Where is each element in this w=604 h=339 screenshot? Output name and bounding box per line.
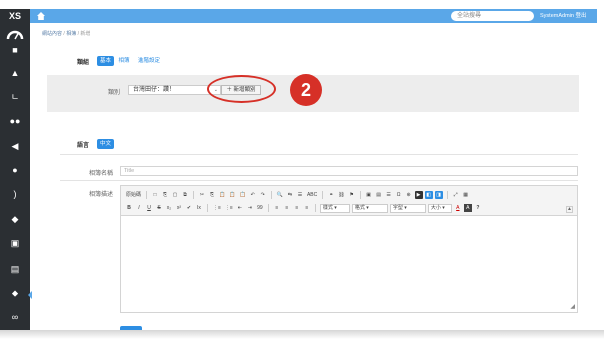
spellcheck-icon[interactable]: ABC	[306, 191, 318, 199]
show-blocks-icon[interactable]: ▦	[462, 191, 470, 199]
bottom-shadow	[0, 330, 604, 339]
text-color-button[interactable]: A	[454, 204, 462, 212]
paste-icon[interactable]: 📋	[218, 191, 226, 199]
sidebar: ■ ▲ ㄴ ●● ◀ ● ) ◆ ▣ ▤ ⬥ ∞	[0, 23, 32, 330]
section-divider	[60, 154, 578, 155]
outdent-icon[interactable]: ⇤	[236, 204, 244, 212]
link-insert-icon[interactable]: ⚭	[327, 191, 335, 199]
rss-icon[interactable]: )	[9, 188, 21, 200]
align-right-icon[interactable]: ≡	[293, 204, 301, 212]
sitemap-icon[interactable]: ㄴ	[9, 91, 21, 103]
tab-chinese[interactable]: 中文	[97, 139, 114, 149]
superscript-button[interactable]: x²	[175, 204, 183, 212]
align-left-icon[interactable]: ≡	[273, 204, 281, 212]
maximize-icon[interactable]: ⤢	[452, 191, 460, 199]
help-icon[interactable]: ?	[474, 204, 482, 212]
size-dropdown[interactable]: 大小 ▾	[427, 203, 452, 213]
subscript-button[interactable]: x₂	[165, 204, 173, 212]
underline-button[interactable]: U	[145, 204, 153, 212]
album-desc-label: 相簿描述	[89, 192, 114, 198]
site-search-input[interactable]: 全站搜尋	[451, 11, 534, 21]
category-section-label: 類組	[77, 60, 90, 66]
language-section-label: 語言	[77, 143, 90, 149]
user-menu[interactable]: SystemAdmin 登出	[540, 9, 586, 23]
replace-icon[interactable]: ⇆	[286, 191, 294, 199]
align-justify-icon[interactable]: ≡	[303, 204, 311, 212]
image-icon[interactable]: ▣	[365, 191, 373, 199]
active-indicator	[28, 291, 32, 299]
tab-basic[interactable]: 基本	[97, 56, 114, 66]
gauge-icon[interactable]	[6, 27, 24, 41]
home-icon[interactable]	[36, 11, 46, 21]
iframe-icon[interactable]: ⊕	[405, 191, 413, 199]
paste-text-icon[interactable]: 📋	[228, 191, 236, 199]
preview-icon[interactable]: ▢	[171, 191, 179, 199]
bulleted-list-icon[interactable]: ⋮≡	[224, 204, 234, 212]
tab-album[interactable]: 相簿	[118, 56, 130, 66]
block-left-icon[interactable]: ◧	[424, 191, 433, 199]
indent-icon[interactable]: ⇥	[246, 204, 254, 212]
breadcrumb-item-album[interactable]: 相簿	[66, 31, 76, 37]
resize-handle-icon[interactable]: ◢	[570, 303, 575, 310]
toolbar-row-2: B I U S x₂ x² ✔ Ix ⋮≡ ⋮≡ ⇤ ⇥ 99 ≡ ≡ ≡ ≡	[125, 203, 482, 213]
font-dropdown[interactable]: 字型 ▾	[389, 203, 426, 213]
special-char-icon[interactable]: Ω	[395, 191, 403, 199]
table-icon[interactable]: ▤	[375, 191, 383, 199]
briefcase-icon[interactable]: ■	[9, 44, 21, 56]
bold-button[interactable]: B	[125, 204, 133, 212]
copy-icon[interactable]: ⎘	[208, 191, 216, 199]
italic-button[interactable]: I	[135, 204, 143, 212]
category-field-label: 類別	[108, 90, 121, 96]
copy-format-icon[interactable]: ✔	[185, 204, 193, 212]
save-icon[interactable]: ⎘	[161, 191, 169, 199]
anchor-icon[interactable]: ⚑	[348, 191, 356, 199]
tab-advanced[interactable]: 進階設定	[137, 56, 161, 66]
align-center-icon[interactable]: ≡	[283, 204, 291, 212]
graduation-icon[interactable]: ◆	[9, 213, 21, 225]
album-name-label: 相簿名稱	[89, 171, 114, 177]
styles-dropdown[interactable]: 樣式 ▾	[319, 203, 350, 213]
remove-format-button[interactable]: Ix	[195, 204, 203, 212]
block-right-icon[interactable]: ◨	[434, 191, 443, 199]
tag-icon[interactable]: ⬥	[9, 287, 21, 299]
app-logo[interactable]: XS	[0, 9, 30, 23]
breadcrumb-item-current: 新增	[80, 31, 91, 37]
annotation-highlight	[207, 75, 276, 103]
new-page-icon[interactable]: □	[151, 191, 159, 199]
youtube-icon[interactable]: ▶	[414, 191, 423, 199]
app-window: XS 全站搜尋 SystemAdmin 登出 ■ ▲ ㄴ ●● ◀ ● ) ◆ …	[0, 0, 604, 339]
field-divider	[60, 180, 578, 181]
rich-text-editor[interactable]: 原始碼 □ ⎘ ▢ ⧉ ✂ ⎘ 📋 📋 📋 ↶ ↷ 🔍 ⇆ ☰ ABC ⚭ ⛓ …	[120, 185, 578, 313]
book-icon[interactable]: ▤	[9, 263, 21, 275]
lock-icon[interactable]: ▲	[9, 67, 21, 79]
editor-toolbar: 原始碼 □ ⎘ ▢ ⧉ ✂ ⎘ 📋 📋 📋 ↶ ↷ 🔍 ⇆ ☰ ABC ⚭ ⛓ …	[121, 186, 577, 216]
step-badge: 2	[290, 74, 322, 106]
format-dropdown[interactable]: 格式 ▾	[351, 203, 388, 213]
find-icon[interactable]: 🔍	[276, 191, 284, 199]
breadcrumb-item-content[interactable]: 網站內容	[42, 31, 62, 37]
collapse-toolbar-icon[interactable]: ▲	[566, 206, 573, 213]
link-icon[interactable]: ∞	[9, 311, 21, 323]
unlink-icon[interactable]: ⛓	[337, 191, 345, 199]
album-name-input[interactable]: Title	[120, 166, 578, 176]
users-icon[interactable]: ●●	[9, 115, 21, 127]
breadcrumb: 網站內容 / 相簿 / 新增	[42, 31, 91, 37]
select-all-icon[interactable]: ☰	[296, 191, 304, 199]
templates-icon[interactable]: ⧉	[181, 191, 189, 199]
undo-icon[interactable]: ↶	[249, 191, 257, 199]
numbered-list-icon[interactable]: ⋮≡	[212, 204, 222, 212]
blockquote-button[interactable]: 99	[256, 204, 264, 212]
paste-word-icon[interactable]: 📋	[238, 191, 246, 199]
cut-icon[interactable]: ✂	[198, 191, 206, 199]
strike-button[interactable]: S	[155, 204, 163, 212]
bullhorn-icon[interactable]: ◀	[9, 140, 21, 152]
horizontal-rule-icon[interactable]: ☰	[385, 191, 393, 199]
calendar-icon[interactable]: ▣	[9, 237, 21, 249]
source-button[interactable]: 原始碼	[125, 191, 142, 199]
toolbar-row-1: 原始碼 □ ⎘ ▢ ⧉ ✂ ⎘ 📋 📋 📋 ↶ ↷ 🔍 ⇆ ☰ ABC ⚭ ⛓ …	[125, 190, 470, 200]
background-color-button[interactable]: A	[463, 204, 472, 212]
redo-icon[interactable]: ↷	[259, 191, 267, 199]
question-icon[interactable]: ●	[9, 164, 21, 176]
